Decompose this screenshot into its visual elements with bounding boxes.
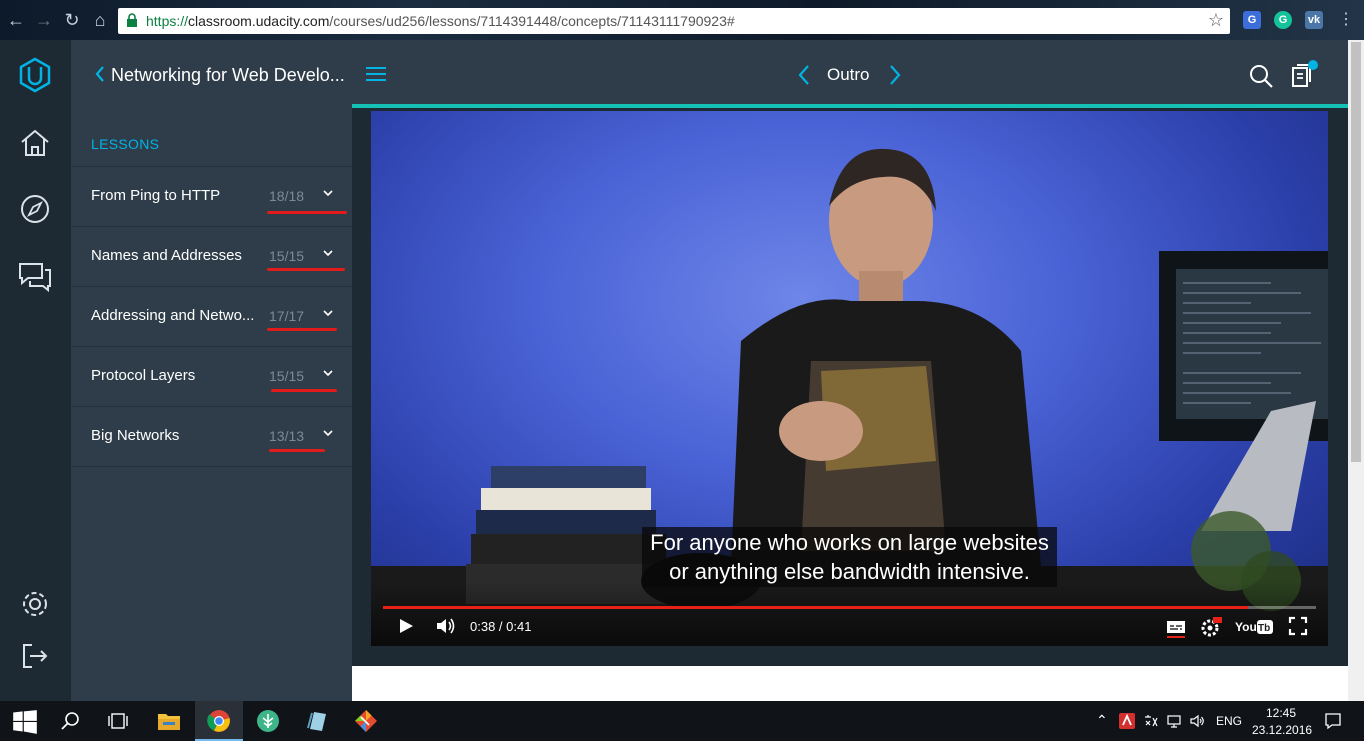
forward-icon[interactable]: → (34, 10, 54, 30)
network-tray-icon[interactable] (1166, 713, 1182, 729)
content-body (352, 666, 1348, 701)
course-title[interactable]: Networking for Web Develo... (111, 65, 345, 86)
lesson-item[interactable]: Addressing and Netwo... 17/17 (71, 286, 352, 346)
subtitle-line-1: For anyone who works on large websites (650, 530, 1049, 555)
search-icon[interactable] (1249, 64, 1273, 88)
svg-text:You: You (1235, 620, 1257, 634)
annotation-underline (267, 211, 347, 214)
annotation-underline (271, 389, 337, 392)
url-text: https://classroom.udacity.com/courses/ud… (146, 13, 735, 29)
annotation-underline (267, 268, 345, 271)
next-concept-chevron-icon[interactable] (888, 64, 902, 86)
annotation-underline (269, 449, 325, 452)
chevron-down-icon[interactable] (322, 368, 334, 378)
tray-expand-chevron-icon[interactable]: ⌃ (1096, 712, 1108, 729)
notes-app-icon[interactable] (305, 709, 329, 733)
lesson-name: From Ping to HTTP (91, 187, 221, 204)
lesson-name: Protocol Layers (91, 367, 196, 384)
fullscreen-icon[interactable] (1288, 616, 1308, 636)
scrollbar-thumb[interactable] (1351, 42, 1361, 462)
settings-gear-icon[interactable] (16, 585, 54, 623)
youtube-logo-icon[interactable]: You Tb (1234, 616, 1274, 638)
clock-date[interactable]: 23.12.2016 (1252, 723, 1312, 737)
lock-icon (127, 13, 137, 27)
divider (71, 466, 352, 467)
lesson-progress-count: 15/15 (269, 368, 305, 384)
subtitle-text: For anyone who works on large websites o… (642, 527, 1057, 587)
back-icon[interactable]: ← (6, 10, 26, 30)
chevron-down-icon[interactable] (322, 308, 334, 318)
task-view-icon[interactable] (107, 710, 129, 732)
lesson-progress-count: 17/17 (269, 308, 305, 324)
video-time: 0:38 / 0:41 (470, 619, 532, 634)
chrome-menu-icon[interactable]: ⋮ (1336, 10, 1356, 30)
grammarly-extension-icon[interactable]: G (1274, 11, 1292, 29)
lesson-progress-count: 15/15 (269, 248, 305, 264)
chrome-icon[interactable] (207, 709, 231, 733)
home-icon[interactable]: ⌂ (90, 10, 110, 30)
speaker-tray-icon[interactable] (1189, 713, 1205, 729)
vk-extension-icon[interactable]: vk (1305, 11, 1323, 29)
lesson-name: Names and Addresses (91, 247, 242, 264)
video-player[interactable]: For anyone who works on large websites o… (371, 111, 1328, 646)
translate-extension-icon[interactable]: G (1243, 11, 1261, 29)
lesson-name: Addressing and Netwo... (91, 307, 255, 324)
app-tree-icon[interactable] (256, 709, 280, 733)
chevron-down-icon[interactable] (322, 188, 334, 198)
address-bar[interactable]: https://classroom.udacity.com/courses/ud… (118, 8, 1230, 34)
subtitle-line-2: or anything else bandwidth intensive. (669, 559, 1030, 584)
udacity-logo-icon[interactable] (16, 56, 54, 94)
chevron-down-icon[interactable] (322, 428, 334, 438)
chevron-down-icon[interactable] (322, 248, 334, 258)
notifications-icon[interactable] (1324, 712, 1342, 730)
lessons-heading: LESSONS (91, 136, 160, 152)
play-icon[interactable] (397, 616, 415, 636)
subtitles-cc-icon[interactable] (1165, 616, 1187, 638)
logout-icon[interactable] (16, 637, 54, 675)
subtitles: For anyone who works on large websites o… (371, 527, 1328, 587)
concept-header: Outro (352, 40, 1348, 106)
lessons-sidebar: Networking for Web Develo... LESSONS Fro… (71, 40, 352, 701)
svg-text:Tb: Tb (1258, 623, 1270, 634)
menu-hamburger-icon[interactable] (366, 66, 386, 82)
file-explorer-icon[interactable] (157, 710, 181, 732)
video-progress-fill[interactable] (383, 606, 1248, 609)
windows-start-icon[interactable] (12, 709, 38, 735)
antivirus-tray-icon[interactable] (1118, 712, 1136, 730)
lesson-item[interactable]: Protocol Layers 15/15 (71, 346, 352, 406)
git-app-icon[interactable] (354, 709, 378, 733)
browser-toolbar: ← → ↻ ⌂ https://classroom.udacity.com/co… (0, 0, 1364, 40)
lesson-item[interactable]: From Ping to HTTP 18/18 (71, 166, 352, 226)
video-settings-gear-icon[interactable] (1200, 616, 1222, 638)
chat-icon[interactable] (16, 258, 54, 296)
clock-time[interactable]: 12:45 (1266, 706, 1296, 720)
home-icon[interactable] (16, 124, 54, 162)
ime-tray-icon[interactable] (1143, 713, 1159, 729)
search-icon[interactable] (60, 710, 82, 732)
lesson-item[interactable]: Names and Addresses 15/15 (71, 226, 352, 286)
annotation-underline (267, 328, 337, 331)
chevron-left-icon[interactable] (93, 64, 107, 84)
lesson-name: Big Networks (91, 427, 180, 444)
concept-title: Outro (827, 65, 870, 84)
course-header[interactable]: Networking for Web Develo... (71, 40, 352, 108)
lesson-item[interactable]: Big Networks 13/13 (71, 406, 352, 466)
lesson-progress-count: 18/18 (269, 188, 305, 204)
compass-icon[interactable] (16, 190, 54, 228)
left-rail (0, 40, 71, 701)
notes-icon[interactable] (1290, 60, 1318, 90)
lesson-progress-count: 13/13 (269, 428, 305, 444)
volume-icon[interactable] (435, 616, 457, 636)
bookmark-star-icon[interactable]: ☆ (1208, 10, 1224, 31)
previous-concept-chevron-icon[interactable] (797, 64, 811, 86)
reload-icon[interactable]: ↻ (62, 10, 82, 30)
language-indicator[interactable]: ENG (1216, 714, 1242, 728)
